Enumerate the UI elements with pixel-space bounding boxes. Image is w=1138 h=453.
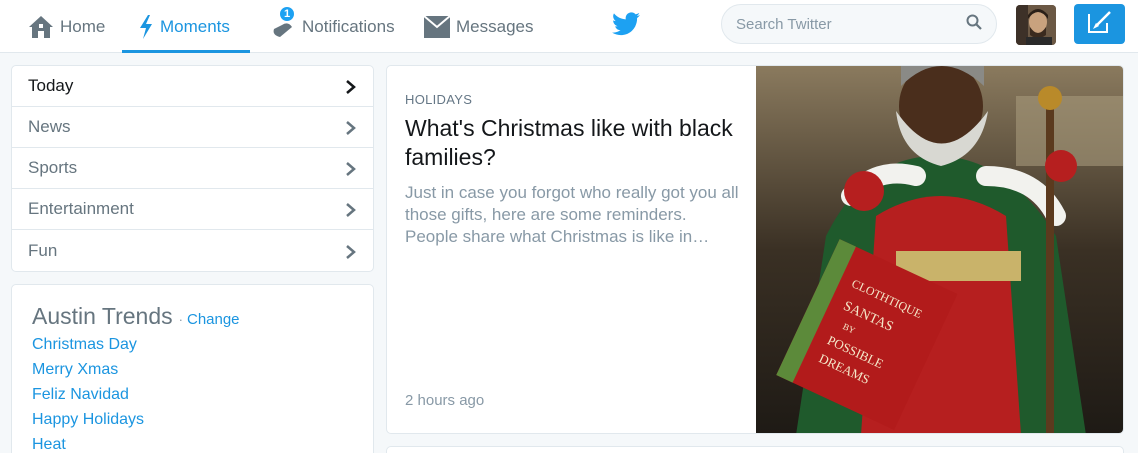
moment-timestamp: 2 hours ago [405,392,485,409]
moments-category-menu: Today News Sports Entertainment Fun [11,65,374,272]
nav-moments-label: Moments [160,16,230,36]
nav-notifications-label: Notifications [302,16,395,36]
compose-tweet-button[interactable] [1074,4,1125,44]
trends-panel: Austin Trends · Change Christmas Day Mer… [11,284,374,453]
search-input[interactable] [736,15,966,33]
trend-link[interactable]: Feliz Navidad [32,386,353,406]
change-location-link[interactable]: Change [187,311,240,328]
chevron-right-icon [344,161,358,176]
moment-description: Just in case you forgot who really got y… [405,183,739,246]
nav-notifications[interactable]: 1 Notifications [270,0,395,53]
search-box[interactable] [721,4,997,44]
trend-link[interactable]: Merry Xmas [32,361,353,381]
nav-home[interactable]: Home [28,0,105,53]
trend-link[interactable]: Christmas Day [32,336,353,356]
trend-link[interactable]: Happy Holidays [32,411,353,431]
moment-category: HOLIDAYS [405,92,473,107]
moment-image[interactable]: CLOTHTIQUE SANTAS BY POSSIBLE DREAMS [756,66,1123,433]
next-moment-card[interactable] [386,446,1124,453]
nav-home-label: Home [60,16,106,36]
twitter-bird-icon[interactable] [612,12,640,41]
chevron-right-icon [344,120,358,135]
top-navigation-bar: Home Moments 1 Notifications Messages [0,0,1138,53]
active-tab-indicator [122,50,250,53]
moment-card[interactable]: HOLIDAYS What's Christmas like with blac… [386,65,1124,434]
menu-item-label: News [28,117,71,136]
home-icon [28,15,54,39]
menu-item-today[interactable]: Today [12,66,373,107]
bell-icon: 1 [270,4,296,39]
nav-messages-label: Messages [456,16,534,36]
menu-item-fun[interactable]: Fun [12,230,373,271]
moment-title[interactable]: What's Christmas like with black familie… [405,114,740,172]
nav-moments[interactable]: Moments [122,0,250,53]
trend-link[interactable]: Heat [32,436,353,453]
menu-item-label: Fun [28,240,58,260]
separator-dot: · [178,312,183,327]
menu-item-label: Sports [28,158,78,177]
chevron-right-icon [344,202,358,217]
nav-messages[interactable]: Messages [424,0,533,53]
trends-title: Austin Trends [32,303,173,329]
chevron-right-icon [344,244,358,259]
menu-item-sports[interactable]: Sports [12,148,373,189]
avatar[interactable] [1016,5,1056,45]
envelope-icon [424,15,450,38]
menu-item-entertainment[interactable]: Entertainment [12,189,373,230]
menu-item-label: Entertainment [28,199,134,218]
compose-icon [1087,10,1112,38]
menu-item-news[interactable]: News [12,107,373,148]
chevron-right-icon [344,79,358,94]
search-icon[interactable] [966,14,982,35]
lightning-icon [138,14,154,39]
notifications-badge: 1 [278,4,296,23]
menu-item-label: Today [28,76,74,95]
